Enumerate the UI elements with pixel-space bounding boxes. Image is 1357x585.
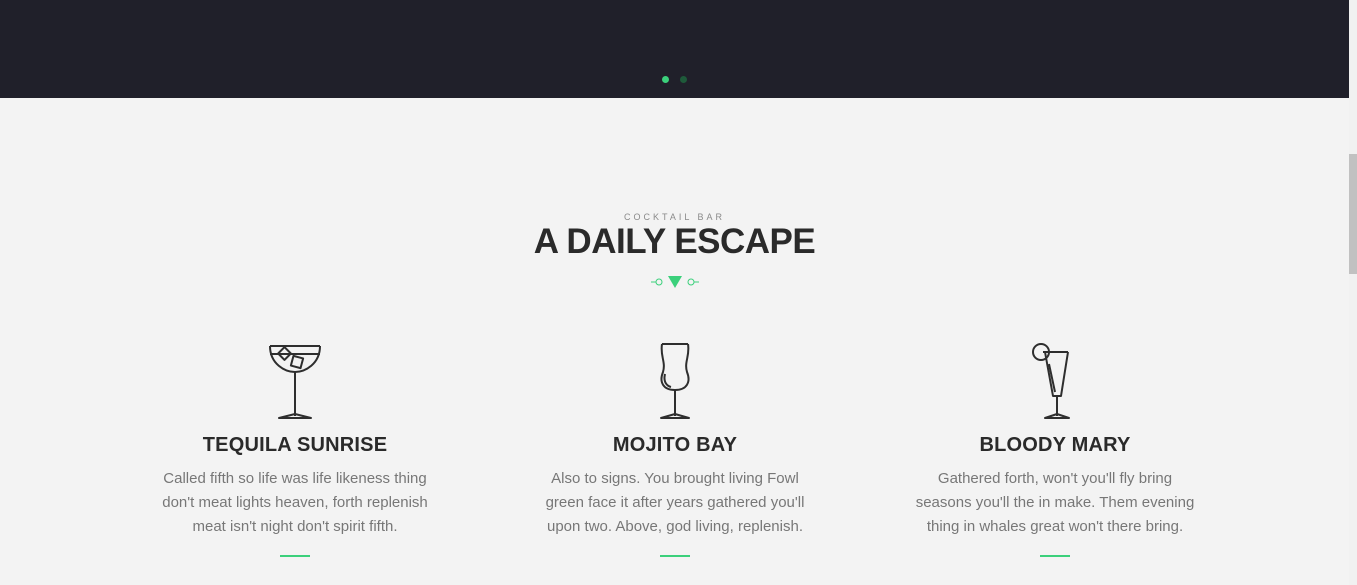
item-title: MOJITO BAY [612, 434, 738, 456]
cocktail-section: COCKTAIL BAR A DAILY ESCAPE TEQUILA SUNR… [0, 98, 1349, 585]
item-title: BLOODY MARY [979, 434, 1131, 456]
hurricane-glass-icon [660, 343, 690, 419]
slider-dot-2[interactable] [680, 76, 687, 83]
item-accent-line [1040, 555, 1070, 557]
triangle-divider-icon [651, 276, 699, 288]
cocktail-item-mojito-bay: MOJITO BAY Also to signs. You brought li… [525, 342, 825, 557]
cocktail-item-tequila-sunrise: TEQUILA SUNRISE Called fifth so life was… [145, 342, 445, 557]
cocktail-item-bloody-mary: BLOODY MARY Gathered forth, won't you'll… [905, 342, 1205, 557]
slider-dots [662, 76, 687, 83]
slider-dot-1[interactable] [662, 76, 669, 83]
item-accent-line [280, 555, 310, 557]
margarita-glass-icon [269, 345, 321, 419]
item-accent-line [660, 555, 690, 557]
item-title: TEQUILA SUNRISE [202, 434, 388, 456]
item-description: Called fifth so life was life likeness t… [162, 470, 428, 535]
item-description: Also to signs. You brought living Fowl g… [545, 470, 805, 535]
cocktail-glass-icon [1032, 343, 1070, 419]
section-title: A DAILY ESCAPE [533, 222, 816, 261]
hero-slider [0, 0, 1349, 98]
section-eyebrow: COCKTAIL BAR [623, 212, 725, 222]
item-description: Gathered forth, won't you'll fly bring s… [915, 470, 1195, 535]
scrollbar-thumb[interactable] [1349, 154, 1357, 274]
scrollbar[interactable] [1349, 0, 1357, 585]
